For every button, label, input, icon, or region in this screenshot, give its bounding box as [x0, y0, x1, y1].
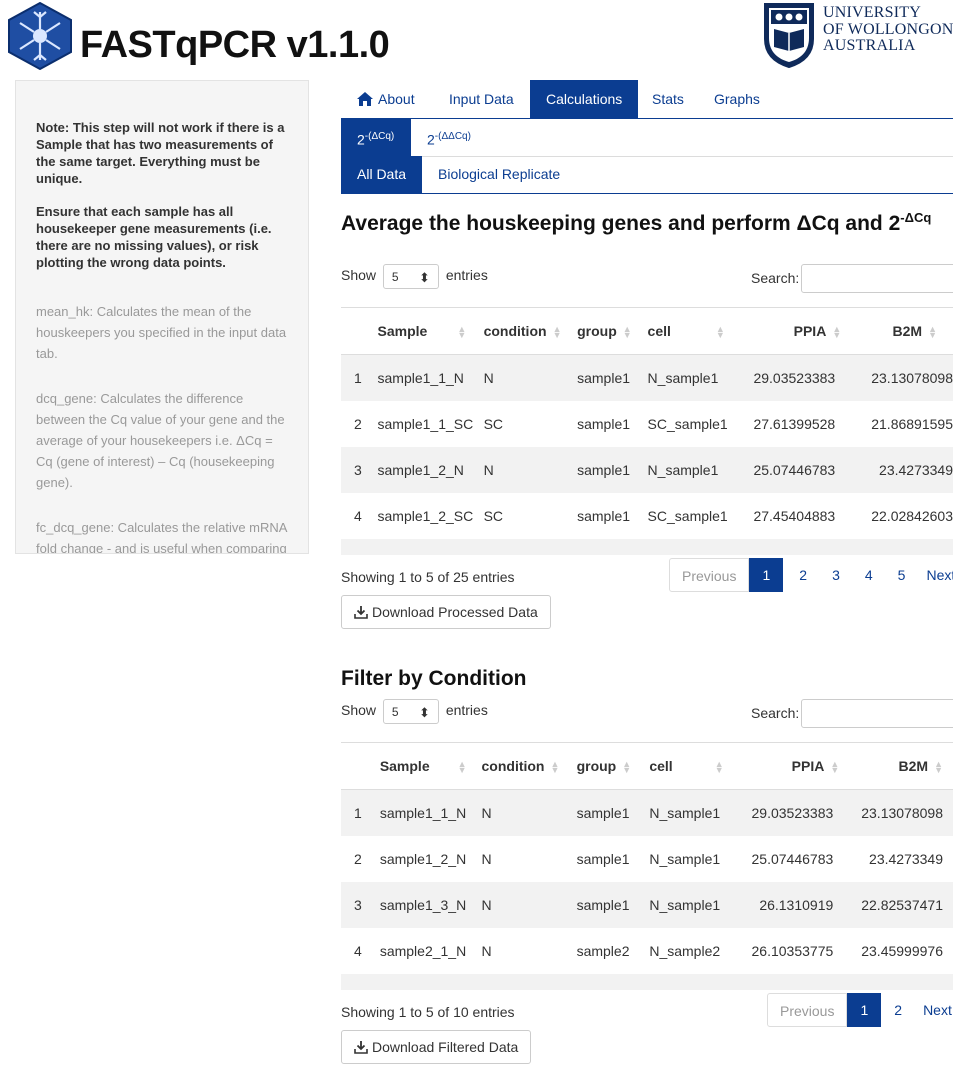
col-group-header[interactable]: group ▲ ▼: [577, 308, 648, 355]
download-processed-button[interactable]: Download Processed Data: [341, 595, 551, 629]
section-title-processed: Average the houskeeping genes and perfor…: [341, 210, 932, 235]
search-input[interactable]: [801, 699, 953, 728]
sidebar-note-missing: Ensure that each sample has all housekee…: [36, 204, 272, 270]
sort-icon: ▲ ▼: [830, 759, 840, 776]
download-icon: [354, 606, 368, 619]
table-row[interactable]: 1 sample1_1_N N sample1 N_sample1 29.035…: [341, 354, 953, 401]
pagination-page[interactable]: 2: [881, 993, 916, 1027]
help-mean-hk: mean_hk: Calculates the mean of the hous…: [36, 304, 287, 361]
col-index-header[interactable]: [341, 743, 380, 790]
processed-data-table: Sample ▲ ▼ condition ▲ ▼ group ▲ ▼ cell ▲ ▼ PPIA…: [341, 307, 953, 555]
search-label: Search:: [751, 705, 800, 721]
updown-arrow-icon: ⬍: [419, 705, 430, 720]
sort-icon: ▲ ▼: [550, 759, 560, 776]
col-b2m-header[interactable]: B2M ▲ ▼: [841, 308, 953, 355]
calc-method-tabs: 2-(ΔCq) 2-(ΔΔCq): [341, 118, 953, 157]
download-filtered-button[interactable]: Download Filtered Data: [341, 1030, 532, 1064]
sort-icon: ▲ ▼: [552, 324, 562, 341]
tab-biological-replicate[interactable]: Biological Replicate: [422, 156, 576, 193]
pagination: Previous 1 2 3 4 5 Next: [669, 558, 953, 592]
sort-icon: ▲ ▼: [928, 324, 937, 341]
app-title: FASTqPCR v1.1.0: [80, 24, 390, 66]
col-condition-header[interactable]: condition ▲ ▼: [483, 308, 578, 355]
pagination-page[interactable]: 2: [783, 558, 821, 592]
tab-ddcq[interactable]: 2-(ΔΔCq): [411, 118, 487, 156]
fastqpcr-logo-icon: [8, 2, 72, 70]
col-ppia-header[interactable]: PPIA ▲ ▼: [746, 308, 842, 355]
sort-icon: ▲ ▼: [714, 759, 724, 776]
search-label: Search:: [751, 270, 800, 286]
sort-icon: ▲ ▼: [457, 759, 467, 776]
col-ppia-header[interactable]: PPIA ▲ ▼: [740, 743, 840, 790]
pagination-page[interactable]: 5: [887, 558, 920, 592]
table-header-row: Sample ▲ ▼ condition ▲ ▼ group ▲ ▼ cell ▲ ▼ PPIA…: [341, 308, 953, 355]
filtered-data-table: Sample ▲ ▼ condition ▲ ▼ group ▲ ▼ cell ▲ ▼ PPIA…: [341, 742, 953, 990]
pagination-page[interactable]: 4: [854, 558, 887, 592]
table-info: Showing 1 to 5 of 25 entries: [341, 569, 515, 585]
sidebar-note-unique: Note: This step will not work if there i…: [36, 120, 285, 186]
help-fc-dcq-gene: fc_dcq_gene: Calculates the relative mRN…: [36, 520, 287, 554]
length-control: Show 5 ⬍ entries: [341, 264, 488, 289]
sort-icon: ▲ ▼: [715, 324, 725, 341]
length-control: Show 5 ⬍ entries: [341, 699, 488, 724]
pagination-previous[interactable]: Previous: [669, 558, 750, 592]
table-row[interactable]: 1 sample1_1_N N sample1 N_sample1 29.035…: [341, 789, 953, 836]
data-scope-tabs: All Data Biological Replicate: [341, 156, 953, 194]
tab-graphs[interactable]: Graphs: [698, 80, 776, 118]
pagination-previous[interactable]: Previous: [767, 993, 848, 1027]
table-row[interactable]: 4 sample1_2_SC SC sample1 SC_sample1 27.…: [341, 493, 953, 539]
tab-calculations[interactable]: Calculations: [530, 80, 639, 118]
table-scroll-area[interactable]: [341, 539, 953, 555]
table-row[interactable]: 4 sample2_1_N N sample2 N_sample2 26.103…: [341, 928, 953, 974]
col-condition-header[interactable]: condition ▲ ▼: [481, 743, 577, 790]
tab-stats[interactable]: Stats: [636, 80, 700, 118]
col-group-header[interactable]: group ▲ ▼: [576, 743, 650, 790]
col-cell-header[interactable]: cell ▲ ▼: [649, 743, 741, 790]
col-cell-header[interactable]: cell ▲ ▼: [647, 308, 747, 355]
tab-dcq[interactable]: 2-(ΔCq): [341, 118, 411, 156]
updown-arrow-icon: ⬍: [419, 270, 430, 285]
university-name: UNIVERSITY OF WOLLONGONG AUSTRALIA: [823, 4, 953, 54]
table-row[interactable]: 2 sample1_1_SC SC sample1 SC_sample1 27.…: [341, 401, 953, 447]
tab-input-data[interactable]: Input Data: [433, 80, 530, 118]
col-sample-header[interactable]: Sample ▲ ▼: [377, 308, 484, 355]
pagination-page[interactable]: 3: [821, 558, 854, 592]
tab-about[interactable]: About: [341, 80, 431, 118]
col-sample-header[interactable]: Sample ▲ ▼: [379, 743, 482, 790]
table-row[interactable]: 3 sample1_2_N N sample1 N_sample1 25.074…: [341, 447, 953, 493]
pagination-page[interactable]: 1: [847, 993, 882, 1027]
help-dcq-gene: dcq_gene: Calculates the difference betw…: [36, 391, 285, 490]
pagination-next[interactable]: Next: [919, 558, 953, 592]
sort-icon: ▲ ▼: [457, 324, 467, 341]
col-b2m-header[interactable]: B2M ▲ ▼: [839, 743, 953, 790]
pagination-page[interactable]: 1: [749, 558, 784, 592]
pagination: Previous 1 2 Next: [767, 993, 952, 1027]
tab-all-data[interactable]: All Data: [341, 156, 423, 193]
main-tabs: About Input Data Calculations Stats Grap…: [341, 80, 953, 119]
table-row[interactable]: 3 sample1_3_N N sample1 N_sample1 26.131…: [341, 882, 953, 928]
search-input[interactable]: [801, 264, 953, 293]
sort-icon: ▲ ▼: [832, 324, 842, 341]
table-info: Showing 1 to 5 of 10 entries: [341, 1004, 515, 1020]
page-length-select[interactable]: 5 ⬍: [382, 264, 439, 289]
table-scroll-area[interactable]: [341, 974, 953, 990]
university-logo: UNIVERSITY OF WOLLONGONG AUSTRALIA: [762, 1, 953, 71]
home-icon: [357, 92, 373, 106]
col-index-header[interactable]: [341, 308, 378, 355]
university-crest-icon: [764, 3, 814, 69]
sort-icon: ▲ ▼: [622, 324, 632, 341]
table-header-row: Sample ▲ ▼ condition ▲ ▼ group ▲ ▼ cell ▲ ▼ PPIA…: [341, 743, 953, 790]
page-length-select[interactable]: 5 ⬍: [382, 699, 439, 724]
sort-icon: ▲ ▼: [622, 759, 632, 776]
download-icon: [354, 1041, 368, 1054]
table-row[interactable]: 2 sample1_2_N N sample1 N_sample1 25.074…: [341, 836, 953, 882]
sidebar-panel[interactable]: Note: This step will not work if there i…: [15, 80, 309, 554]
section-title-filter: Filter by Condition: [341, 667, 527, 690]
pagination-next[interactable]: Next: [916, 993, 952, 1027]
sort-icon: ▲ ▼: [934, 759, 943, 776]
